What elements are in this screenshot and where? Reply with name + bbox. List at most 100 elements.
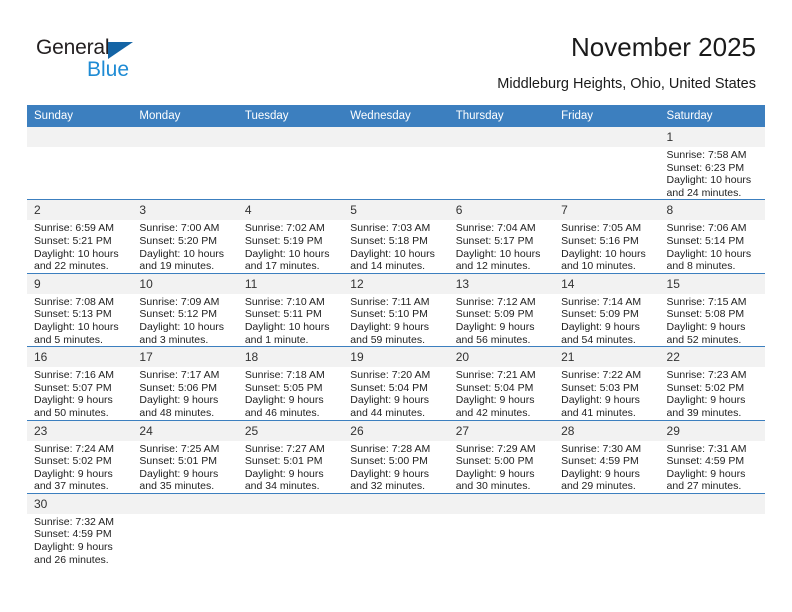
calendar-day-cell[interactable]: 25 Sunrise: 7:27 AM Sunset: 5:01 PM Dayligh… (237, 419, 344, 494)
calendar-day-cell[interactable]: 24 Sunrise: 7:25 AM Sunset: 5:01 PM Dayligh… (132, 419, 238, 494)
calendar-grid: Sunday Monday Tuesday Wednesday Thursday… (27, 105, 765, 567)
general-blue-logo[interactable]: General Blue (36, 36, 176, 90)
day-details: Sunrise: 7:09 AM Sunset: 5:12 PM Daylight:… (132, 294, 237, 346)
calendar-day-cell[interactable]: 4 Sunrise: 7:02 AM Sunset: 5:19 PM Daylight… (237, 199, 344, 274)
sunset-time: Sunset: 5:04 PM (455, 381, 534, 394)
calendar-day-cell[interactable]: 10 Sunrise: 7:09 AM Sunset: 5:12 PM Dayligh… (132, 272, 238, 347)
day-number: 21 (554, 347, 660, 368)
day-number: 11 (237, 273, 344, 294)
sunrise-time: Sunrise: 7:32 AM (34, 515, 114, 528)
daylight-duration-line2: and 26 minutes. (34, 553, 109, 566)
logo-text-general: General (36, 36, 110, 59)
daylight-duration-line1: Daylight: 10 hours (561, 247, 646, 260)
daylight-duration-line2: and 8 minutes. (666, 260, 736, 273)
day-details: Sunrise: 7:14 AM Sunset: 5:09 PM Daylight:… (554, 294, 659, 346)
calendar-day-cell[interactable]: 15 Sunrise: 7:15 AM Sunset: 5:08 PM Dayligh… (659, 272, 765, 347)
calendar-table: Sunday Monday Tuesday Wednesday Thursday… (27, 105, 765, 567)
day-details: Sunrise: 7:04 AM Sunset: 5:17 PM Daylight:… (449, 220, 554, 272)
calendar-day-cell[interactable]: 12 Sunrise: 7:11 AM Sunset: 5:10 PM Dayligh… (343, 272, 449, 347)
calendar-day-cell[interactable]: 17 Sunrise: 7:17 AM Sunset: 5:06 PM Dayligh… (132, 346, 238, 420)
sunset-time: Sunset: 5:09 PM (455, 308, 534, 321)
sunset-time: Sunset: 5:10 PM (350, 308, 428, 321)
calendar-day-cell[interactable]: 23 Sunrise: 7:24 AM Sunset: 5:02 PM Dayligh… (27, 419, 133, 494)
calendar-day-cell-empty (237, 492, 344, 567)
sunrise-time: Sunrise: 7:12 AM (455, 295, 536, 308)
day-number: 12 (343, 273, 449, 294)
sunrise-time: Sunrise: 7:28 AM (350, 442, 431, 455)
daylight-duration-line2: and 5 minutes. (34, 333, 103, 346)
calendar-day-cell[interactable]: 16 Sunrise: 7:16 AM Sunset: 5:07 PM Dayligh… (27, 346, 133, 420)
daylight-duration-line2: and 52 minutes. (666, 333, 742, 346)
day-number: 8 (659, 200, 765, 221)
sunset-time: Sunset: 5:19 PM (244, 234, 323, 247)
sunrise-time: Sunrise: 7:08 AM (34, 295, 114, 308)
day-number (237, 493, 344, 514)
calendar-day-cell[interactable]: 14 Sunrise: 7:14 AM Sunset: 5:09 PM Dayligh… (554, 272, 660, 347)
daylight-duration-line2: and 39 minutes. (666, 406, 742, 419)
sunrise-time: Sunrise: 7:21 AM (455, 369, 536, 382)
calendar-day-cell[interactable]: 30 Sunrise: 7:32 AM Sunset: 4:59 PM Dayligh… (27, 492, 133, 567)
calendar-day-cell[interactable]: 21 Sunrise: 7:22 AM Sunset: 5:03 PM Dayligh… (554, 346, 660, 420)
sunrise-time: Sunrise: 7:27 AM (244, 442, 325, 455)
calendar-day-cell[interactable]: 8 Sunrise: 7:06 AM Sunset: 5:14 PM Daylight… (659, 199, 765, 274)
sunrise-time: Sunrise: 7:29 AM (455, 442, 536, 455)
daylight-duration-line1: Daylight: 10 hours (666, 247, 752, 260)
calendar-day-cell-empty (343, 492, 449, 567)
calendar-day-cell[interactable]: 18 Sunrise: 7:18 AM Sunset: 5:05 PM Dayligh… (237, 346, 344, 420)
daylight-duration-line2: and 30 minutes. (455, 480, 531, 493)
day-number: 28 (554, 420, 660, 441)
weekday-header-saturday: Saturday (659, 105, 765, 127)
calendar-day-cell[interactable]: 6 Sunrise: 7:04 AM Sunset: 5:17 PM Daylight… (448, 199, 555, 274)
calendar-day-cell-empty (132, 492, 238, 567)
calendar-body: 1 Sunrise: 7:58 AM Sunset: 6:23 PM Daylight… (27, 127, 765, 567)
daylight-duration-line2: and 32 minutes. (350, 480, 425, 493)
daylight-duration-line2: and 56 minutes. (455, 333, 531, 346)
triangle-icon (108, 42, 133, 59)
daylight-duration-line2: and 37 minutes. (34, 480, 109, 493)
daylight-duration-line1: Daylight: 9 hours (561, 467, 640, 480)
sunrise-time: Sunrise: 7:24 AM (34, 442, 114, 455)
calendar-day-cell[interactable]: 2 Sunrise: 6:59 AM Sunset: 5:21 PM Daylight… (27, 199, 133, 274)
calendar-day-cell[interactable]: 7 Sunrise: 7:05 AM Sunset: 5:16 PM Daylight… (554, 199, 660, 274)
day-details: Sunrise: 7:18 AM Sunset: 5:05 PM Daylight:… (238, 367, 343, 419)
day-details: Sunrise: 7:25 AM Sunset: 5:01 PM Daylight:… (132, 441, 237, 493)
day-number: 15 (659, 273, 765, 294)
calendar-day-cell[interactable]: 27 Sunrise: 7:29 AM Sunset: 5:00 PM Dayligh… (448, 419, 555, 494)
day-details: Sunrise: 7:08 AM Sunset: 5:13 PM Daylight:… (27, 294, 132, 346)
day-number (343, 493, 449, 514)
calendar-page: General Blue November 2025 Middleburg He… (0, 0, 792, 612)
sunrise-time: Sunrise: 7:05 AM (561, 222, 642, 235)
calendar-day-cell[interactable]: 28 Sunrise: 7:30 AM Sunset: 4:59 PM Dayligh… (554, 419, 660, 494)
calendar-day-cell[interactable]: 20 Sunrise: 7:21 AM Sunset: 5:04 PM Dayligh… (448, 346, 555, 420)
calendar-day-cell[interactable]: 26 Sunrise: 7:28 AM Sunset: 5:00 PM Dayligh… (343, 419, 449, 494)
calendar-week-row: 2 Sunrise: 6:59 AM Sunset: 5:21 PM Daylight… (27, 199, 765, 274)
calendar-day-cell[interactable]: 11 Sunrise: 7:10 AM Sunset: 5:11 PM Dayligh… (237, 272, 344, 347)
calendar-day-cell[interactable]: 5 Sunrise: 7:03 AM Sunset: 5:18 PM Daylight… (343, 199, 449, 274)
sunrise-time: Sunrise: 7:11 AM (350, 295, 430, 308)
calendar-day-cell[interactable]: 19 Sunrise: 7:20 AM Sunset: 5:04 PM Dayligh… (343, 346, 449, 420)
calendar-day-cell[interactable]: 1 Sunrise: 7:58 AM Sunset: 6:23 PM Daylight… (659, 127, 765, 200)
daylight-duration-line2: and 14 minutes. (350, 260, 425, 273)
day-number (448, 493, 555, 514)
page-header: General Blue November 2025 Middleburg He… (0, 0, 792, 100)
weekday-header-monday: Monday (132, 105, 238, 127)
calendar-week-row: 1 Sunrise: 7:58 AM Sunset: 6:23 PM Daylight… (27, 127, 765, 200)
calendar-day-cell[interactable]: 3 Sunrise: 7:00 AM Sunset: 5:20 PM Daylight… (132, 199, 238, 274)
daylight-duration-line1: Daylight: 9 hours (666, 394, 746, 407)
calendar-day-cell[interactable]: 9 Sunrise: 7:08 AM Sunset: 5:13 PM Daylight… (27, 272, 133, 347)
daylight-duration-line2: and 3 minutes. (139, 333, 209, 346)
calendar-week-row: 9 Sunrise: 7:08 AM Sunset: 5:13 PM Daylight… (27, 272, 765, 347)
sunrise-time: Sunrise: 7:25 AM (139, 442, 220, 455)
calendar-day-cell[interactable]: 29 Sunrise: 7:31 AM Sunset: 4:59 PM Dayligh… (659, 419, 765, 494)
daylight-duration-line2: and 29 minutes. (561, 480, 636, 493)
daylight-duration-line2: and 54 minutes. (561, 333, 636, 346)
calendar-day-cell[interactable]: 22 Sunrise: 7:23 AM Sunset: 5:02 PM Dayligh… (659, 346, 765, 420)
day-details: Sunrise: 7:11 AM Sunset: 5:10 PM Daylight:… (343, 294, 448, 346)
calendar-day-cell-empty (132, 127, 238, 200)
day-number (343, 127, 449, 147)
day-number: 17 (132, 347, 238, 368)
day-details: Sunrise: 7:58 AM Sunset: 6:23 PM Daylight:… (660, 147, 765, 199)
day-number (132, 127, 238, 147)
calendar-day-cell[interactable]: 13 Sunrise: 7:12 AM Sunset: 5:09 PM Dayligh… (448, 272, 555, 347)
weekday-header-thursday: Thursday (448, 105, 555, 127)
